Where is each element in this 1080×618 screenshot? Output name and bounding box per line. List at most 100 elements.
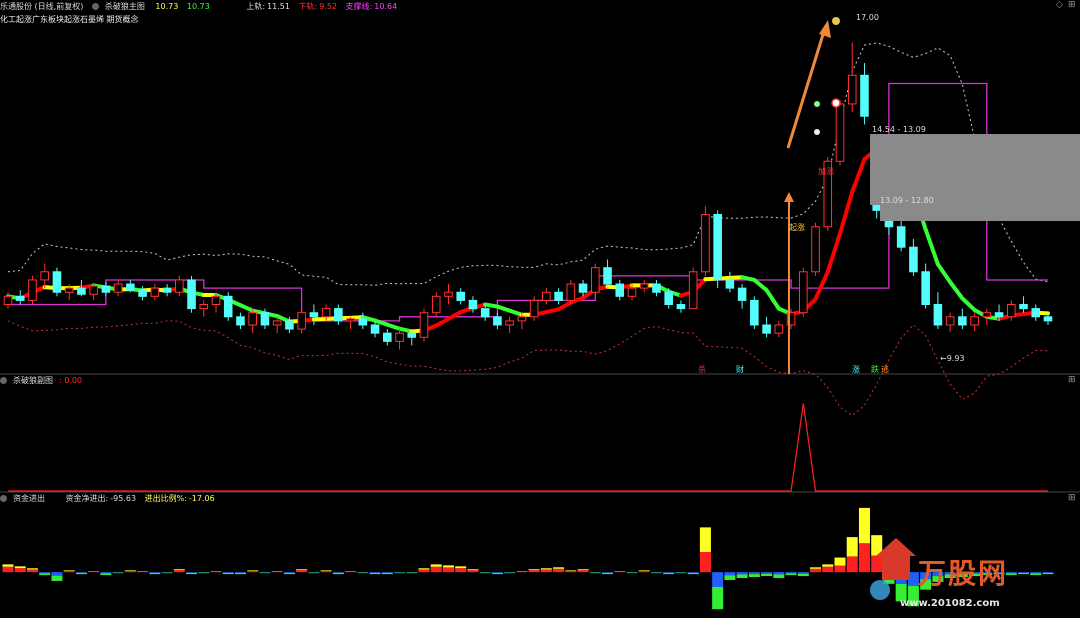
indicator-toggle-icon[interactable] bbox=[91, 3, 99, 10]
candle-body bbox=[578, 283, 588, 293]
flow-bar bbox=[100, 573, 112, 576]
resistance-box-bottom bbox=[880, 205, 1080, 221]
flow-bar bbox=[810, 567, 822, 569]
candle-body bbox=[113, 283, 123, 293]
candle-body bbox=[126, 283, 135, 291]
apple-marker bbox=[814, 101, 820, 107]
candle-body bbox=[321, 308, 331, 318]
candle-body bbox=[860, 74, 869, 117]
val2: 10.73 bbox=[186, 2, 210, 11]
candle-body bbox=[603, 267, 612, 285]
flow-bar bbox=[638, 570, 650, 573]
signal-cai: 财 bbox=[736, 365, 744, 374]
flow-bar bbox=[112, 572, 124, 574]
flow-bar bbox=[222, 572, 234, 573]
sub1-expand-icon[interactable]: ⊞ bbox=[1068, 375, 1076, 385]
flow-bar bbox=[442, 565, 454, 568]
watermark-url: www.201082.com bbox=[900, 598, 1000, 609]
flow-bar bbox=[75, 572, 87, 573]
net-label: 资金净进出: bbox=[65, 494, 109, 503]
candle-body bbox=[737, 287, 747, 301]
candle-body bbox=[150, 287, 160, 297]
flow-bar bbox=[846, 537, 858, 557]
flow-bar bbox=[26, 568, 38, 570]
flow-bar bbox=[699, 527, 711, 553]
flow-bar bbox=[259, 572, 271, 574]
sub2-expand-icon[interactable]: ⊞ bbox=[1068, 493, 1076, 503]
net-val: -95.63 bbox=[110, 494, 137, 503]
flow-bar bbox=[822, 566, 834, 573]
flow-bar bbox=[308, 572, 320, 574]
diamond-icon[interactable]: ◇ bbox=[1056, 0, 1063, 10]
resistance-box-top bbox=[870, 134, 1080, 205]
flow-bar bbox=[846, 556, 858, 573]
candle-body bbox=[211, 295, 221, 306]
candle-body bbox=[236, 316, 245, 326]
flow-bar bbox=[467, 569, 479, 571]
trend-segment bbox=[752, 277, 769, 293]
signal-zhang: 涨 bbox=[852, 365, 860, 374]
candle-body bbox=[309, 312, 319, 318]
trend-segment bbox=[923, 227, 940, 267]
lower-label: 下轨: bbox=[298, 2, 318, 11]
flow-bar bbox=[577, 569, 589, 571]
candle-body bbox=[175, 279, 184, 293]
flow-bar bbox=[394, 572, 406, 574]
upper-val: 11.51 bbox=[267, 2, 290, 11]
flow-bar bbox=[149, 572, 161, 573]
candle-body bbox=[933, 304, 943, 326]
candle-body bbox=[542, 291, 551, 301]
candle-body bbox=[77, 287, 86, 295]
flow-bar bbox=[369, 572, 381, 575]
flow-bar bbox=[565, 570, 577, 573]
flow-bar bbox=[589, 572, 601, 574]
flow-bar bbox=[173, 570, 185, 573]
flow-bar bbox=[773, 574, 785, 579]
trend-segment bbox=[838, 189, 855, 236]
candle-body bbox=[762, 324, 771, 334]
candle-body bbox=[89, 285, 98, 295]
candle-body bbox=[358, 318, 368, 326]
flow-bar bbox=[100, 572, 112, 574]
flow-bar bbox=[173, 569, 185, 571]
candle-body bbox=[847, 74, 857, 105]
flow-bar bbox=[137, 571, 149, 573]
candle-body bbox=[64, 287, 74, 293]
candle-body bbox=[896, 226, 906, 248]
flow-bar bbox=[283, 572, 295, 575]
flow-bar bbox=[577, 570, 589, 573]
sub1-line bbox=[8, 403, 1048, 492]
flow-bar bbox=[198, 572, 210, 574]
candle-body bbox=[591, 267, 600, 293]
plus-marker bbox=[831, 98, 841, 108]
ratio-label: 进出比例%: bbox=[144, 494, 187, 503]
flow-bar bbox=[2, 566, 14, 573]
flow-bar bbox=[663, 572, 675, 573]
bomb-marker bbox=[814, 129, 820, 135]
flow-bar bbox=[442, 567, 454, 573]
candle-body bbox=[334, 308, 343, 322]
flow-bar bbox=[234, 572, 246, 573]
trend-segment bbox=[556, 300, 573, 312]
candle-body bbox=[1043, 316, 1053, 322]
candle-body bbox=[554, 291, 563, 301]
flow-bar bbox=[1018, 572, 1030, 573]
sub1-toggle-icon[interactable] bbox=[0, 377, 7, 384]
flow-bar bbox=[491, 572, 503, 575]
sub2-toggle-icon[interactable] bbox=[0, 495, 7, 502]
flow-bar bbox=[381, 572, 393, 575]
chart-canvas bbox=[0, 17, 1080, 610]
candle-body bbox=[101, 285, 111, 293]
expand-icon[interactable]: ⊞ bbox=[1068, 0, 1076, 10]
flow-bar bbox=[63, 570, 75, 571]
peak-arrow bbox=[786, 27, 827, 149]
flow-bar bbox=[357, 572, 369, 574]
flow-bar bbox=[1042, 572, 1054, 573]
flow-bar bbox=[528, 570, 540, 573]
candle-body bbox=[28, 279, 37, 301]
flow-bar bbox=[51, 575, 63, 581]
flow-bar bbox=[149, 572, 161, 575]
qizhang-label: 起涨 bbox=[789, 223, 805, 232]
candle-body bbox=[713, 213, 722, 281]
candle-body bbox=[419, 312, 429, 338]
